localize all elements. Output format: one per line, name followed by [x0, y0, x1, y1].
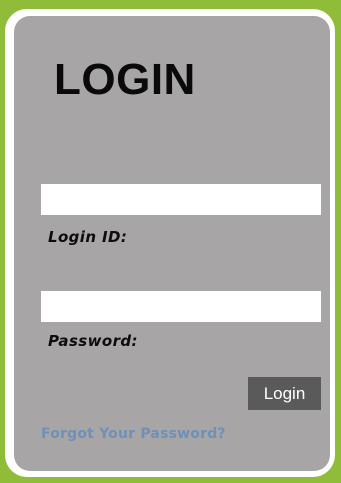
forgot-password-link[interactable]: Forgot Your Password?: [41, 426, 226, 442]
password-input[interactable]: [41, 291, 321, 322]
login-title: LOGIN: [54, 55, 196, 104]
login-button[interactable]: Login: [248, 377, 321, 410]
login-id-label: Login ID:: [48, 228, 128, 246]
login-id-input[interactable]: [41, 184, 321, 215]
password-label: Password:: [48, 332, 138, 350]
